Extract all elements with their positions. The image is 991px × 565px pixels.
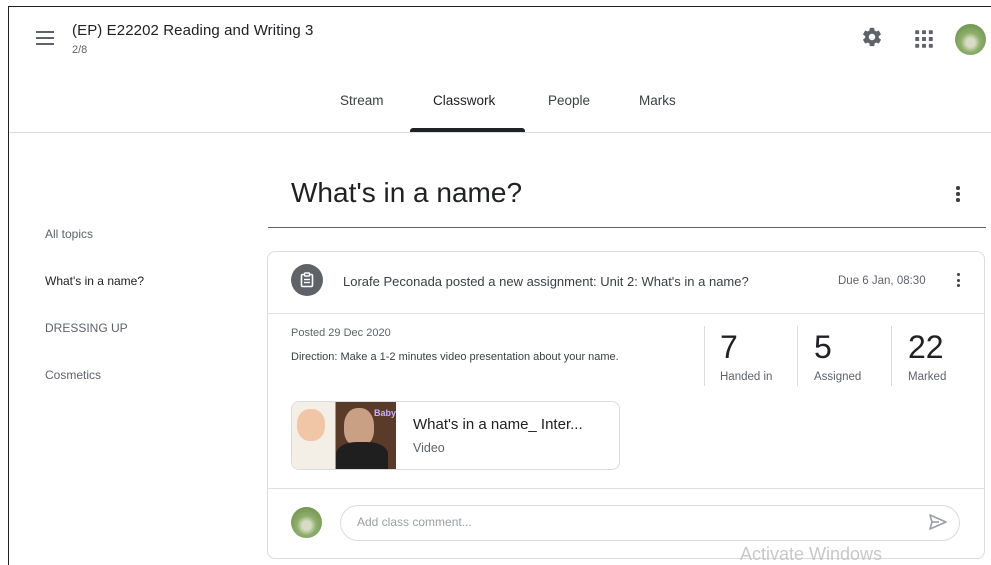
comment-input[interactable] [355,514,919,530]
assigned-label: Assigned [814,371,862,383]
marked-count[interactable]: 22 [908,329,944,366]
card-header-divider [268,313,984,314]
header-divider [9,132,991,133]
attachment-type: Video [413,441,445,455]
thumbnail-text: Baby [374,408,397,418]
handed-in-count[interactable]: 7 [720,329,738,366]
class-subtitle: 2/8 [72,44,88,56]
assigned-count[interactable]: 5 [814,329,832,366]
tab-classwork[interactable]: Classwork [433,93,495,108]
tab-marks[interactable]: Marks [639,93,676,108]
tab-bar: Stream Classwork People Marks [0,93,991,133]
send-icon[interactable] [928,513,948,531]
video-attachment[interactable]: Baby What's in a name_ Inter... Video [291,401,620,470]
handed-in-label: Handed in [720,371,773,383]
stat-divider [891,326,892,386]
sidebar-item-dressing-up[interactable]: DRESSING UP [45,321,128,335]
tab-stream[interactable]: Stream [340,93,384,108]
sidebar-item-all-topics[interactable]: All topics [45,227,93,241]
apps-grid-icon[interactable] [913,28,935,50]
stat-divider [797,326,798,386]
sidebar-item-whats-in-a-name[interactable]: What's in a name? [45,274,144,288]
assignment-title[interactable]: Lorafe Peconada posted a new assignment:… [343,274,749,289]
comment-divider [268,488,984,489]
marked-label: Marked [908,371,947,383]
assignment-icon [291,264,323,296]
account-avatar[interactable] [955,24,986,55]
class-title[interactable]: (EP) E22202 Reading and Writing 3 [72,22,314,39]
video-thumbnail: Baby [292,402,397,469]
stat-divider [704,326,705,386]
activate-windows-watermark: Activate Windows [740,544,883,564]
more-vert-icon[interactable] [951,184,965,204]
assignment-direction: Direction: Make a 1-2 minutes video pres… [291,351,619,363]
sidebar-item-cosmetics[interactable]: Cosmetics [45,368,101,382]
assignment-more-icon[interactable] [952,271,964,291]
attachment-title: What's in a name_ Inter... [413,416,583,433]
comment-field[interactable] [340,505,960,541]
tab-people[interactable]: People [548,93,590,108]
gear-icon[interactable] [861,26,883,48]
menu-icon[interactable] [36,31,54,45]
avatar [291,507,322,538]
assignment-due-date: Due 6 Jan, 08:30 [838,275,926,287]
topic-title: What's in a name? [291,177,523,208]
topic-divider [268,227,986,228]
posted-date: Posted 29 Dec 2020 [291,327,391,339]
